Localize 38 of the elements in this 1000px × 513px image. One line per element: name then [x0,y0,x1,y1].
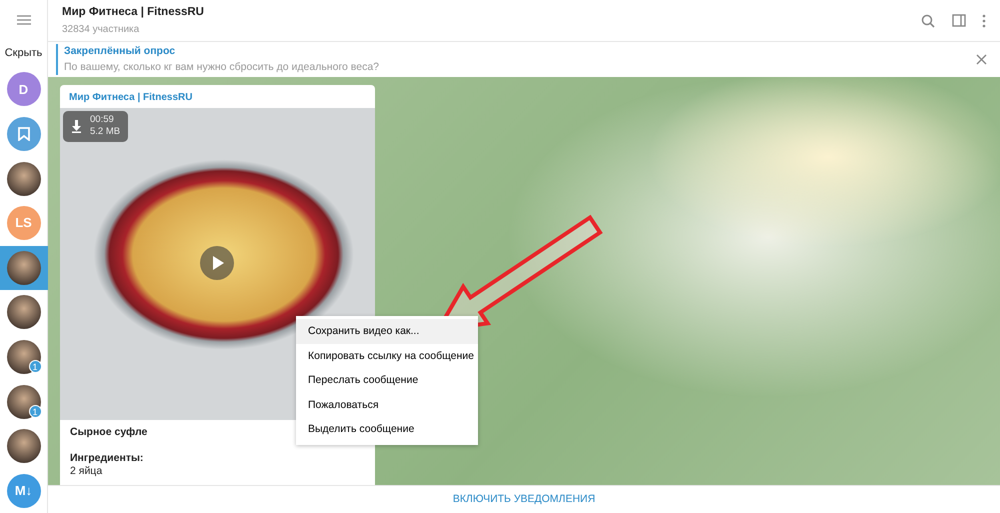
play-icon[interactable] [200,246,234,280]
message-author: Мир Фитнеса | FitnessRU [68,91,194,105]
chat-item[interactable]: 1 [0,334,48,380]
chat-title: Мир Фитнеса | FitnessRU [62,5,205,20]
avatar-photo [6,295,40,330]
avatar-photo [6,384,40,419]
avatar: LS [6,206,40,240]
message-text: 2 яйца [70,465,102,478]
avatar: M↓ [6,474,40,508]
sidebar-toggle-icon[interactable] [952,14,966,27]
pinned-text: По вашему, сколько кг вам нужно сбросить до идеального веса? [64,60,380,74]
video-duration: 00:59 [90,114,115,126]
download-icon [71,120,82,133]
chat-item[interactable]: 1 [0,379,48,424]
hide-label: Скрыть [4,46,42,61]
video-size: 5.2 MB [90,126,120,139]
menu-item[interactable]: Переслать сообщение [296,368,478,392]
menu-item[interactable]: Сохранить видео как... [296,319,478,344]
member-count: 32834 участника [62,22,140,37]
message-text: Ингредиенты: [70,452,144,465]
avatar-photo [6,162,40,196]
search-icon[interactable] [921,14,935,28]
chat-item[interactable]: M↓ [0,468,48,513]
enable-notifications-button[interactable]: ВКЛЮЧИТЬ УВЕДОМЛЕНИЯ [444,490,604,510]
avatar-photo [6,250,40,285]
avatar: D [6,72,40,106]
chat-item[interactable] [0,246,48,290]
close-icon[interactable] [976,54,986,65]
more-menu-icon[interactable] [982,14,986,28]
video-info-badge[interactable]: 00:59 5.2 MB [63,111,128,142]
menu-item[interactable]: Выделить сообщение [296,417,478,442]
menu-item[interactable]: Пожаловаться [296,392,478,417]
avatar-photo [6,340,40,374]
avatar-photo [6,429,40,464]
pinned-title: Закреплённый опрос [64,44,176,59]
menu-item[interactable]: Копировать ссылку на сообщение [296,344,478,368]
message-text: Сырное суфле [70,426,148,439]
chat-item[interactable]: D [0,67,48,112]
